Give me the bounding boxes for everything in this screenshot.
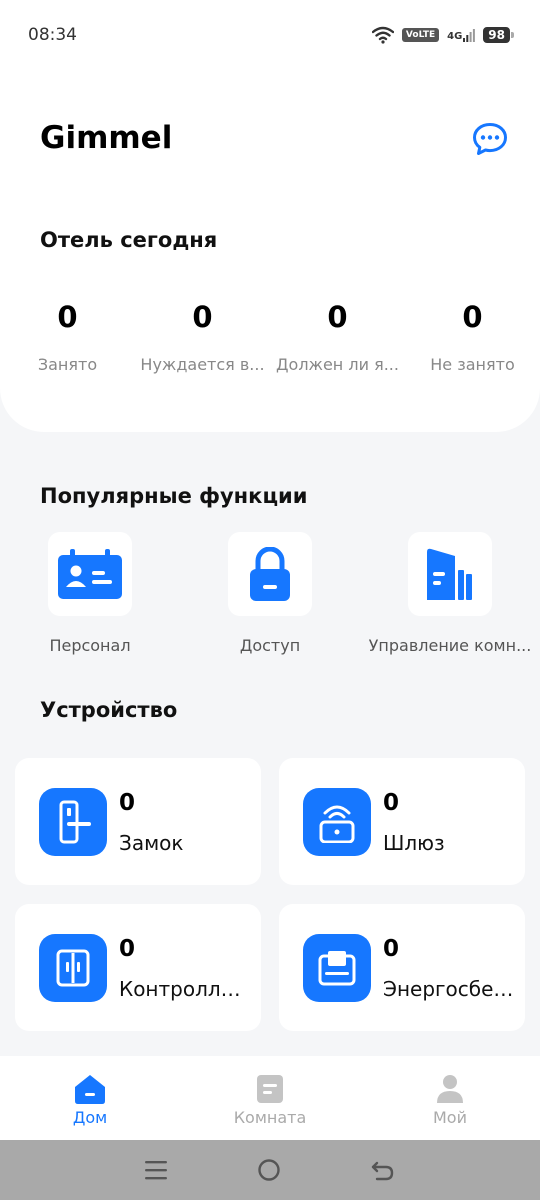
home-circle-icon[interactable] xyxy=(257,1158,281,1182)
feature-label: Доступ xyxy=(239,636,301,655)
device-icon-tile xyxy=(303,934,371,1002)
hotel-today-title: Отель сегодня xyxy=(40,228,218,252)
id-card-icon xyxy=(58,549,122,599)
device-count: 0 xyxy=(119,790,136,816)
feature-personnel[interactable]: Персонал xyxy=(0,532,180,655)
device-icon-tile xyxy=(303,788,371,856)
tab-label: Мой xyxy=(433,1108,467,1127)
tab-profile[interactable]: Мой xyxy=(360,1056,540,1140)
stat-value: 0 xyxy=(192,300,213,334)
device-icon-tile xyxy=(39,788,107,856)
stat-value: 0 xyxy=(57,300,78,334)
chat-bubble-icon[interactable] xyxy=(472,122,508,156)
status-time: 08:34 xyxy=(28,25,77,45)
device-name: Замок xyxy=(119,831,184,855)
stat-should[interactable]: 0 Должен ли я... xyxy=(270,300,405,374)
door-lock-icon xyxy=(59,800,91,844)
network-type: 4G xyxy=(447,31,463,42)
device-card-controller[interactable]: 0 Контролле... xyxy=(15,904,261,1031)
device-count: 0 xyxy=(383,936,400,962)
padlock-icon xyxy=(250,547,290,601)
device-card-energy-saver[interactable]: 0 Энергосбер... xyxy=(279,904,525,1031)
device-count: 0 xyxy=(119,936,136,962)
volte-badge: VoLTE xyxy=(401,28,440,42)
controller-icon xyxy=(56,949,90,987)
feature-access[interactable]: Доступ xyxy=(180,532,360,655)
home-icon xyxy=(75,1075,105,1104)
gateway-icon xyxy=(319,805,355,843)
feature-label: Персонал xyxy=(49,636,131,655)
stat-label: Занято xyxy=(37,355,98,374)
feature-tile[interactable] xyxy=(48,532,132,616)
popular-functions: Персонал Доступ Управление комн... xyxy=(0,532,540,655)
device-name: Контролле... xyxy=(119,977,251,1001)
feature-tile[interactable] xyxy=(228,532,312,616)
building-icon xyxy=(427,548,472,600)
room-icon xyxy=(257,1075,283,1103)
back-icon[interactable] xyxy=(371,1159,395,1181)
stat-label: Нуждается в... xyxy=(140,355,265,374)
device-count: 0 xyxy=(383,790,400,816)
tab-label: Дом xyxy=(72,1108,108,1127)
device-name: Энергосбер... xyxy=(383,977,515,1001)
device-icon-tile xyxy=(39,934,107,1002)
tab-room[interactable]: Комната xyxy=(180,1056,360,1140)
status-bar: 08:34 VoLTE 4G 98 xyxy=(0,0,540,70)
hotel-summary-card: Gimmel Отель сегодня 0 Занято 0 Нуждаетс… xyxy=(0,70,540,432)
stat-value: 0 xyxy=(462,300,483,334)
stat-label: Должен ли я... xyxy=(276,355,399,374)
feature-room-management[interactable]: Управление комн... xyxy=(360,532,540,655)
feature-label: Управление комн... xyxy=(368,636,532,655)
wifi-icon xyxy=(371,26,394,44)
menu-icon[interactable] xyxy=(145,1160,167,1180)
stat-occupied[interactable]: 0 Занято xyxy=(0,300,135,374)
profile-icon xyxy=(437,1075,463,1103)
feature-tile[interactable] xyxy=(408,532,492,616)
tab-label: Комната xyxy=(233,1108,307,1127)
stat-needs[interactable]: 0 Нуждается в... xyxy=(135,300,270,374)
stat-label: Не занято xyxy=(430,355,515,374)
signal-icon: 4G xyxy=(447,28,476,42)
page-title: Gimmel xyxy=(40,120,173,156)
bottom-tab-bar: Дом Комната Мой xyxy=(0,1056,540,1140)
status-indicators: VoLTE 4G 98 xyxy=(371,26,514,44)
stat-vacant[interactable]: 0 Не занято xyxy=(405,300,540,374)
battery-indicator: 98 xyxy=(483,27,514,43)
popular-functions-title: Популярные функции xyxy=(40,484,308,508)
device-card-gateway[interactable]: 0 Шлюз xyxy=(279,758,525,885)
hotel-stats: 0 Занято 0 Нуждается в... 0 Должен ли я.… xyxy=(0,300,540,374)
device-card-lock[interactable]: 0 Замок xyxy=(15,758,261,885)
stat-value: 0 xyxy=(327,300,348,334)
system-navigation-bar xyxy=(0,1140,540,1200)
tab-home[interactable]: Дом xyxy=(0,1056,180,1140)
devices-title: Устройство xyxy=(40,698,178,722)
energy-saver-icon xyxy=(318,951,356,986)
device-name: Шлюз xyxy=(383,831,445,855)
